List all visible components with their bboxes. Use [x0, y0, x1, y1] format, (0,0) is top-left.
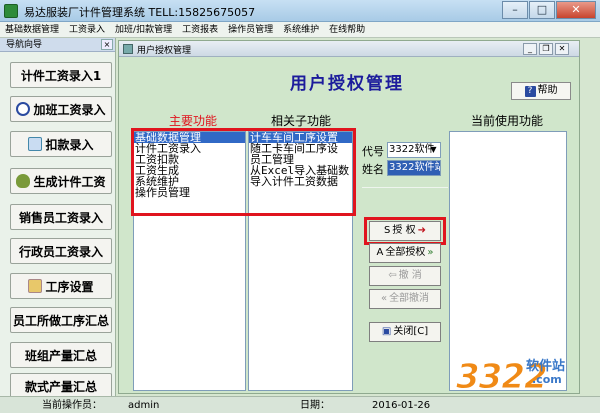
child-close-button[interactable]: ✕ — [555, 43, 569, 55]
settings-icon — [28, 279, 43, 293]
authorize-all-key-label: A — [376, 247, 384, 258]
nav-item-label: 生成计件工资 — [33, 174, 106, 189]
window-titlebar: 易达服装厂计件管理系统 TELL:15825675057 – □ ✕ — [0, 0, 600, 22]
watermark-domain: .com — [532, 373, 562, 386]
menu-wage-report[interactable]: 工资报表 — [177, 22, 223, 37]
child-minimize-button[interactable]: _ — [523, 43, 537, 55]
menu-basic-data[interactable]: 基础数据管理 — [0, 22, 64, 37]
double-arrow-right-icon: » — [427, 247, 434, 258]
chevron-down-icon: ▼ — [430, 145, 437, 154]
highlight-box-lists — [131, 128, 356, 216]
authorize-all-button-label: 全部授权 — [385, 247, 426, 258]
watermark-logo: 3322 软件站 .com — [456, 351, 590, 398]
nav-item-admin-wage[interactable]: 行政员工资录入 — [10, 238, 112, 264]
code-select[interactable]: 3322软件 ▼ — [387, 142, 441, 158]
menu-operator[interactable]: 操作员管理 — [223, 22, 278, 37]
current-functions-header: 当前使用功能 — [471, 114, 544, 128]
help-icon: ? — [524, 86, 536, 97]
statusbar: 当前操作员： admin 日期： 2016-01-26 — [0, 396, 600, 413]
revoke-button[interactable]: ⇦ 撤 消 — [369, 266, 441, 286]
clock-icon — [16, 102, 31, 116]
nav-item-label: 行政员工资录入 — [18, 244, 103, 259]
menu-help[interactable]: 在线帮助 — [324, 22, 370, 37]
menu-system[interactable]: 系统维护 — [278, 22, 324, 37]
window-title: 易达服装厂计件管理系统 TELL:15825675057 — [24, 6, 256, 19]
page-title: 用户授权管理 — [290, 74, 404, 94]
operator-value: admin — [128, 400, 160, 411]
nav-header-label: 导航向导 — [6, 40, 43, 50]
help-button[interactable]: ? 帮助 — [511, 82, 571, 100]
help-button-label: 帮助 — [537, 85, 558, 96]
close-window-button[interactable]: ▣ 关闭[C] — [369, 322, 441, 342]
app-icon — [4, 4, 18, 18]
nav-item-label: 工序设置 — [45, 279, 94, 294]
date-label: 日期： — [300, 400, 330, 411]
nav-item-label: 班组产量汇总 — [24, 348, 97, 363]
name-label: 姓名 — [362, 163, 384, 176]
nav-item-sales-wage[interactable]: 销售员工资录入 — [10, 204, 112, 230]
sub-functions-header: 相关子功能 — [271, 114, 332, 128]
code-label: 代号 — [362, 145, 384, 158]
nav-item-team-output-summary[interactable]: 班组产量汇总 — [10, 342, 112, 368]
deduct-icon — [28, 137, 43, 151]
divider — [362, 187, 448, 188]
minimize-button[interactable]: – — [502, 1, 528, 19]
authorize-all-button[interactable]: A 全部授权» — [369, 243, 441, 263]
child-window-icon — [123, 44, 133, 54]
menu-wage-entry[interactable]: 工资录入 — [64, 22, 110, 37]
operator-label: 当前操作员： — [42, 400, 102, 411]
close-button[interactable]: ✕ — [556, 1, 596, 19]
revoke-button-label: 撤 消 — [398, 270, 422, 281]
close-window-button-label: 关闭[C] — [393, 326, 429, 337]
nav-item-generate-wage[interactable]: 生成计件工资 — [10, 168, 112, 194]
nav-item-label: 扣款录入 — [45, 137, 94, 152]
arrow-left-icon: ⇦ — [388, 270, 397, 281]
money-bag-icon — [16, 174, 31, 188]
date-value: 2016-01-26 — [372, 400, 431, 411]
main-functions-header: 主要功能 — [169, 114, 218, 128]
menubar: 基础数据管理 工资录入 加班/扣款管理 工资报表 操作员管理 系统维护 在线帮助 — [0, 22, 600, 38]
child-window-title: 用户授权管理 — [137, 46, 192, 56]
nav-header: 导航向导 × — [0, 38, 115, 52]
child-restore-button[interactable]: ❐ — [539, 43, 553, 55]
nav-item-overtime-entry[interactable]: 加班工资录入 — [10, 96, 112, 122]
door-exit-icon: ▣ — [381, 326, 392, 337]
revoke-all-button-label: 全部撤消 — [389, 293, 430, 304]
nav-item-employee-process-summary[interactable]: 员工所做工序汇总 — [10, 307, 112, 333]
double-arrow-left-icon: « — [380, 293, 388, 304]
nav-item-label: 员工所做工序汇总 — [12, 313, 109, 328]
nav-item-label: 加班工资录入 — [33, 102, 106, 117]
user-auth-window: 用户授权管理 _ ❐ ✕ 用户授权管理 ? 帮助 主要功能 相关子功能 当前使用功… — [118, 40, 580, 394]
nav-item-label: 销售员工资录入 — [18, 210, 103, 225]
watermark-cn: 软件站 — [526, 359, 566, 374]
nav-item-deduction-entry[interactable]: 扣款录入 — [10, 131, 112, 157]
nav-item-piece-wage-entry[interactable]: 计件工资录入1 — [10, 62, 112, 88]
highlight-box-authorize — [364, 217, 446, 245]
nav-sidebar: 导航向导 × 计件工资录入1 加班工资录入 扣款录入 生成计件工资 销售员工资录… — [0, 38, 116, 399]
nav-item-label: 计件工资录入1 — [20, 68, 102, 83]
window-controls: – □ ✕ — [501, 1, 596, 19]
menu-overtime-deduct[interactable]: 加班/扣款管理 — [110, 22, 177, 37]
maximize-button[interactable]: □ — [529, 1, 555, 19]
nav-item-process-settings[interactable]: 工序设置 — [10, 273, 112, 299]
nav-close-icon[interactable]: × — [101, 39, 113, 50]
nav-item-label: 款式产量汇总 — [24, 379, 97, 394]
child-titlebar: 用户授权管理 _ ❐ ✕ — [119, 41, 579, 57]
revoke-all-button[interactable]: «全部撤消 — [369, 289, 441, 309]
name-field[interactable]: 3322软件站 — [387, 160, 441, 176]
